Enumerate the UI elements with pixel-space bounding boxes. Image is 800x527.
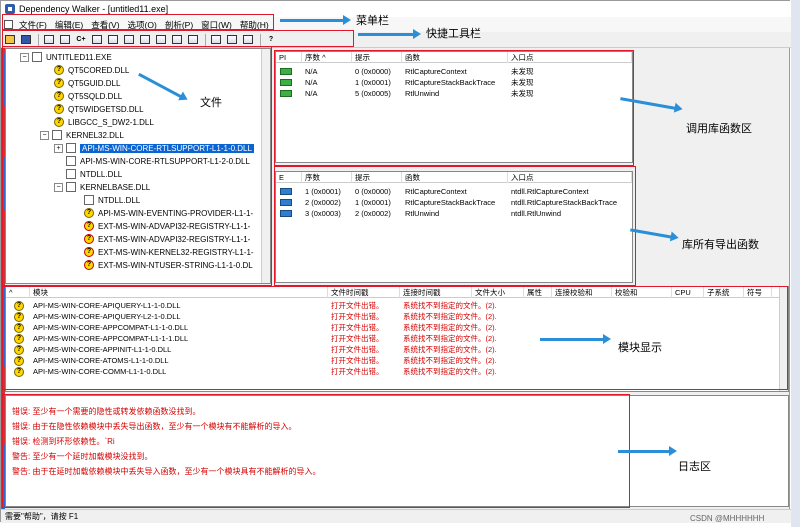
annotation-box-imports <box>274 50 634 166</box>
app-icon <box>5 4 15 14</box>
annotation-label-toolbar: 快捷工具栏 <box>426 28 481 40</box>
annotation-label-files: 文件 <box>200 97 222 109</box>
watermark: CSDN @MHHHHHH <box>690 514 765 523</box>
annotation-arrow <box>358 29 421 39</box>
annotation-label-modules: 模块显示 <box>618 342 662 354</box>
annotation-box-modules <box>2 286 788 390</box>
annotation-label-imports: 调用库函数区 <box>686 123 752 135</box>
status-bar: 需要"帮助"，请按 F1 <box>1 509 791 523</box>
desktop-edge <box>791 0 800 527</box>
annotation-arrow <box>618 446 677 456</box>
annotation-box-toolbar <box>2 30 354 47</box>
annotation-box-menubar <box>2 14 274 30</box>
annotation-box-files <box>2 46 272 286</box>
annotation-arrow <box>280 15 351 25</box>
window-title: Dependency Walker - [untitled11.exe] <box>19 4 169 14</box>
annotation-box-exports <box>274 166 636 286</box>
annotation-arrow <box>540 334 611 344</box>
annotation-box-log <box>2 394 630 508</box>
annotation-label-menubar: 菜单栏 <box>356 15 389 27</box>
annotation-label-exports: 库所有导出函数 <box>682 239 759 251</box>
annotation-label-log: 日志区 <box>678 461 711 473</box>
